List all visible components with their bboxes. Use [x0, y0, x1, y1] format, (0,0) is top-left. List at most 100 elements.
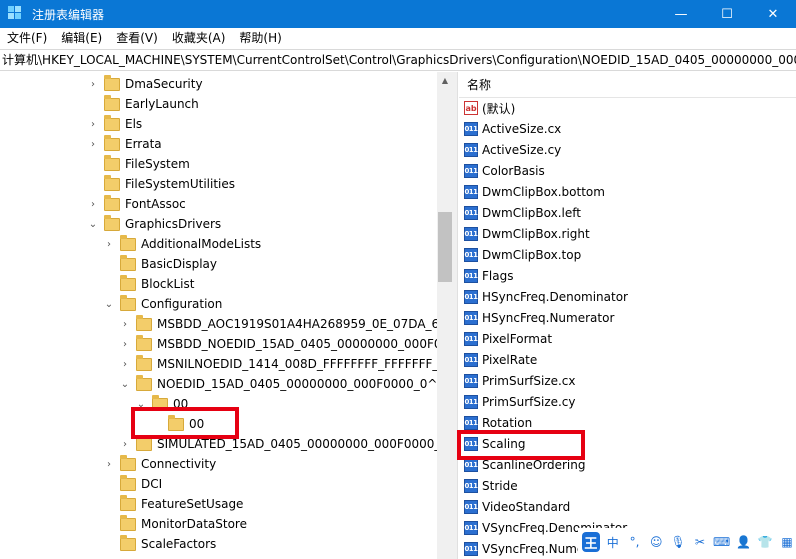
expand-icon[interactable]: ›	[86, 117, 100, 131]
binary-value-icon: 011	[464, 227, 478, 241]
value-name: HSyncFreq.Denominator	[482, 290, 628, 304]
close-button[interactable]: ✕	[750, 0, 796, 28]
scroll-up-icon[interactable]: ▲	[437, 72, 453, 88]
maximize-button[interactable]: ☐	[704, 0, 750, 28]
tree-item-els[interactable]: › Els	[86, 114, 142, 134]
address-bar[interactable]: 计算机\HKEY_LOCAL_MACHINE\SYSTEM\CurrentCon…	[0, 49, 796, 71]
minimize-button[interactable]: —	[658, 0, 704, 28]
expand-icon[interactable]: ›	[118, 437, 132, 451]
tree-item-msbdd-aoc[interactable]: › MSBDD_AOC1919S01A4HA268959_0E_07DA_6B_8	[118, 314, 453, 334]
value-row[interactable]: ab (默认)	[464, 98, 515, 118]
expand-icon[interactable]: ›	[102, 237, 116, 251]
expand-icon[interactable]: ›	[86, 137, 100, 151]
expand-icon[interactable]: ›	[102, 457, 116, 471]
value-row[interactable]: 011 PrimSurfSize.cy	[464, 392, 576, 412]
menu-file[interactable]: 文件(F)	[0, 28, 54, 48]
tree-item-basicdisplay[interactable]: BasicDisplay	[102, 254, 217, 274]
tree-item-earlylaunch[interactable]: EarlyLaunch	[86, 94, 199, 114]
binary-value-icon: 011	[464, 395, 478, 409]
window-title: 注册表编辑器	[32, 7, 105, 22]
tree-item-featuresetusage[interactable]: FeatureSetUsage	[102, 494, 243, 514]
value-row[interactable]: 011 DwmClipBox.left	[464, 203, 581, 223]
values-pane: 名称 ab (默认) 011 ActiveSize.cx 011 ActiveSize.c…	[459, 72, 796, 559]
expand-icon[interactable]: ›	[86, 197, 100, 211]
value-row[interactable]: 011 HSyncFreq.Denominator	[464, 287, 628, 307]
tree-item-filesystem[interactable]: FileSystem	[86, 154, 190, 174]
value-row[interactable]: 011 PixelFormat	[464, 329, 552, 349]
user-icon[interactable]: 👤	[735, 532, 753, 552]
value-name: ScanlineOrdering	[482, 458, 586, 472]
folder-icon	[136, 334, 152, 351]
value-row[interactable]: 011 VideoStandard	[464, 497, 570, 517]
keyboard-icon[interactable]: ⌨	[713, 532, 731, 552]
tree-item-dmasecurity[interactable]: › DmaSecurity	[86, 74, 203, 94]
tree-item-label: FontAssoc	[125, 197, 186, 211]
tree-item-msnilnoedid[interactable]: › MSNILNOEDID_1414_008D_FFFFFFFF_FFFFFFF_…	[118, 354, 453, 374]
folder-icon	[120, 514, 136, 531]
tree-item-blocklist[interactable]: BlockList	[102, 274, 194, 294]
collapse-icon[interactable]: ⌄	[102, 297, 116, 311]
binary-value-icon: 011	[464, 290, 478, 304]
title-bar[interactable]: 注册表编辑器 — ☐ ✕	[0, 0, 796, 28]
binary-value-icon: 011	[464, 500, 478, 514]
value-row[interactable]: 011 ColorBasis	[464, 161, 545, 181]
menu-help[interactable]: 帮助(H)	[232, 28, 288, 48]
tree-item-filesystemutilities[interactable]: FileSystemUtilities	[86, 174, 235, 194]
value-row[interactable]: 011 PrimSurfSize.cx	[464, 371, 576, 391]
tree-item-label: FileSystemUtilities	[125, 177, 235, 191]
value-row[interactable]: 011 HSyncFreq.Numerator	[464, 308, 614, 328]
collapse-icon[interactable]: ⌄	[118, 377, 132, 391]
value-name: Rotation	[482, 416, 533, 430]
shirt-icon[interactable]: 👕	[756, 532, 774, 552]
microphone-icon[interactable]: 🎙	[669, 532, 687, 552]
binary-value-icon: 011	[464, 542, 478, 556]
scroll-thumb[interactable]	[438, 212, 452, 282]
expand-icon[interactable]: ›	[86, 77, 100, 91]
tree-scrollbar[interactable]: ▲	[437, 72, 453, 559]
tree-item-configuration[interactable]: ⌄ Configuration	[102, 294, 222, 314]
grid-icon[interactable]: ▦	[778, 532, 796, 552]
value-row[interactable]: 011 Flags	[464, 266, 513, 286]
tree-item-msbdd-noedid[interactable]: › MSBDD_NOEDID_15AD_0405_00000000_000F000	[118, 334, 453, 354]
binary-value-icon: 011	[464, 185, 478, 199]
tree-item-scalefactors[interactable]: ScaleFactors	[102, 534, 216, 554]
value-name: VideoStandard	[482, 500, 571, 514]
value-row[interactable]: 011 DwmClipBox.right	[464, 224, 590, 244]
value-name: PixelRate	[482, 353, 538, 367]
tree-item-graphicsdrivers[interactable]: ⌄ GraphicsDrivers	[86, 214, 221, 234]
scissors-icon[interactable]: ✂	[691, 532, 709, 552]
tree-item-errata[interactable]: › Errata	[86, 134, 162, 154]
value-row[interactable]: 011 Stride	[464, 476, 518, 496]
menu-favorites[interactable]: 收藏夹(A)	[165, 28, 233, 48]
value-row[interactable]: 011 PixelRate	[464, 350, 537, 370]
tree-item-label: NOEDID_15AD_0405_00000000_000F0000_0^20E…	[157, 377, 453, 391]
ime-punctuation-toggle[interactable]: °,	[626, 532, 644, 552]
expand-icon[interactable]: ›	[118, 357, 132, 371]
expand-icon[interactable]: ›	[118, 317, 132, 331]
value-row[interactable]: 011 ActiveSize.cy	[464, 140, 561, 160]
value-row[interactable]: 011 DwmClipBox.bottom	[464, 182, 605, 202]
pane-splitter[interactable]	[453, 72, 458, 559]
value-row[interactable]: 011 ActiveSize.cx	[464, 119, 561, 139]
value-name: PrimSurfSize.cy	[482, 395, 576, 409]
ime-language-toggle[interactable]: 中	[604, 532, 622, 552]
menu-view[interactable]: 查看(V)	[109, 28, 165, 48]
ime-logo-icon[interactable]: 王	[582, 532, 600, 552]
column-header-name[interactable]: 名称	[459, 72, 796, 98]
value-name: DwmClipBox.bottom	[482, 185, 605, 199]
tree-item-dci[interactable]: DCI	[102, 474, 162, 494]
value-row[interactable]: 011 DwmClipBox.top	[464, 245, 581, 265]
tree-item-noedid[interactable]: ⌄ NOEDID_15AD_0405_00000000_000F0000_0^20…	[118, 374, 453, 394]
value-name: Flags	[482, 269, 514, 283]
tree-item-monitordatastore[interactable]: MonitorDataStore	[102, 514, 247, 534]
tree-item-label: GraphicsDrivers	[125, 217, 222, 231]
tree-item-additionalmodelists[interactable]: › AdditionalModeLists	[102, 234, 261, 254]
tree-item-label: BlockList	[141, 277, 195, 291]
expand-icon[interactable]: ›	[118, 337, 132, 351]
tree-item-connectivity[interactable]: › Connectivity	[102, 454, 216, 474]
collapse-icon[interactable]: ⌄	[86, 217, 100, 231]
folder-icon	[104, 134, 120, 151]
tree-item-fontassoc[interactable]: › FontAssoc	[86, 194, 186, 214]
menu-edit[interactable]: 编辑(E)	[54, 28, 109, 48]
emoji-icon[interactable]: ☺	[647, 532, 665, 552]
